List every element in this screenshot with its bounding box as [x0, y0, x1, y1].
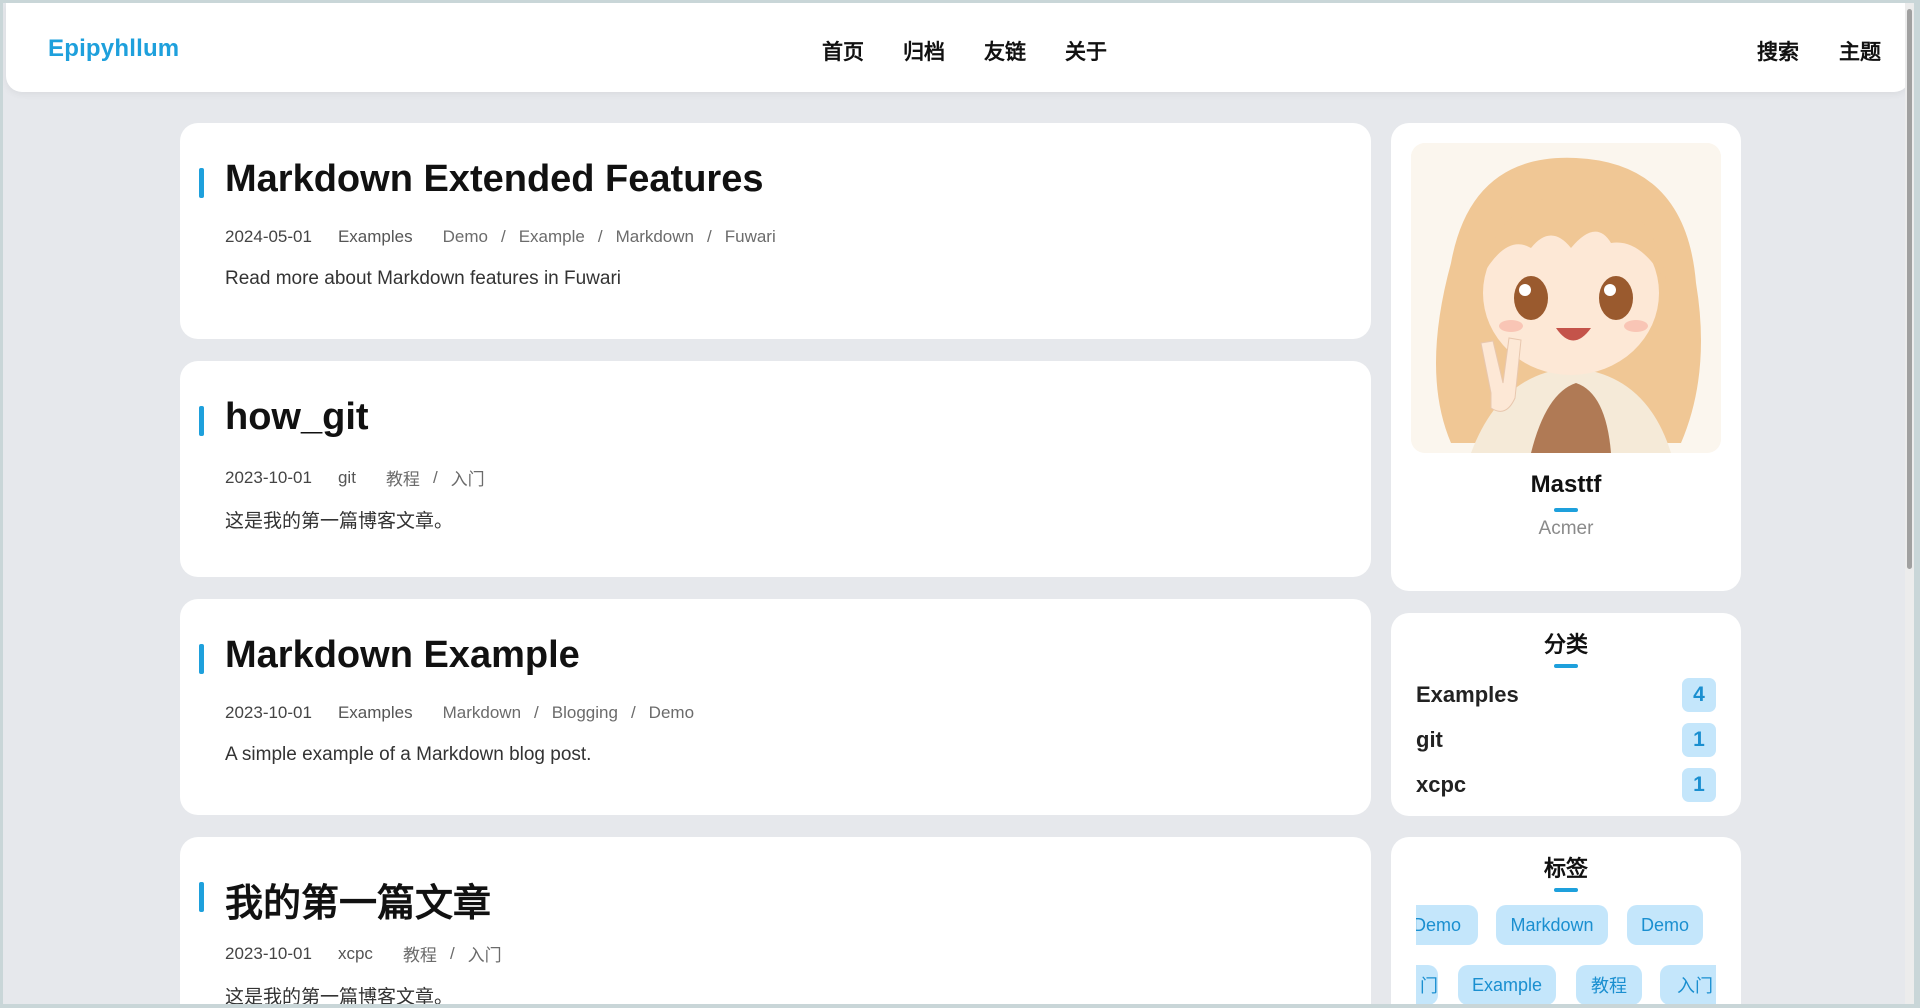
title-accent-bar: [199, 168, 204, 198]
post-description: A simple example of a Markdown blog post…: [225, 744, 592, 765]
tag-separator: /: [500, 227, 506, 246]
post-category[interactable]: Examples: [338, 703, 413, 723]
post-card[interactable]: how_git 2023-10-01 git 教程 / 入门 这是我的第一篇博客…: [180, 361, 1371, 577]
tag-separator: /: [597, 227, 603, 246]
post-date: 2023-10-01: [225, 943, 312, 963]
category-count-badge: 1: [1682, 768, 1716, 802]
scrollbar-thumb[interactable]: [1907, 9, 1912, 569]
main-nav: 首页 归档 友链 关于: [822, 36, 1107, 66]
tag-cloud: Demo Markdown Demo 门 Example 教程 入门: [1416, 905, 1716, 1004]
post-title[interactable]: Markdown Extended Features: [225, 158, 763, 201]
post-tag[interactable]: Example: [519, 227, 585, 247]
theme-button[interactable]: 主题: [1839, 36, 1881, 66]
site-brand[interactable]: Epipyhllum: [48, 35, 179, 63]
post-tag[interactable]: Markdown: [616, 227, 694, 247]
post-tag[interactable]: Blogging: [552, 703, 618, 723]
category-name: git: [1416, 727, 1443, 752]
post-tag[interactable]: Demo: [443, 227, 488, 247]
post-tag[interactable]: 入门: [451, 465, 485, 490]
title-accent-bar: [199, 644, 204, 674]
widget-title: 标签: [1543, 856, 1588, 881]
avatar[interactable]: [1411, 143, 1721, 453]
tag-chip[interactable]: 门: [1416, 965, 1438, 1004]
post-date: 2023-10-01: [225, 467, 312, 487]
post-description: 这是我的第一篇博客文章。: [225, 987, 454, 1004]
post-meta: 2023-10-01 xcpc 教程 / 入门: [225, 941, 502, 966]
post-meta: 2023-10-01 git 教程 / 入门: [225, 465, 485, 490]
categories-widget: 分类 Examples 4 git 1 xcpc 1: [1391, 613, 1741, 816]
tag-chip[interactable]: 入门: [1660, 965, 1716, 1004]
post-tag[interactable]: 入门: [468, 941, 502, 966]
tag-separator: /: [432, 467, 438, 487]
nav-about[interactable]: 关于: [1065, 36, 1107, 66]
title-accent-bar: [199, 882, 204, 912]
tag-separator: /: [449, 943, 455, 963]
nav-home[interactable]: 首页: [822, 36, 864, 66]
tag-separator: /: [707, 227, 712, 246]
post-tag[interactable]: 教程: [386, 465, 420, 490]
post-description: Read more about Markdown features in Fuw…: [225, 268, 622, 289]
post-tag[interactable]: Markdown: [443, 703, 521, 723]
top-navbar: Epipyhllum 首页 归档 友链 关于 搜索 主题: [6, 3, 1910, 92]
title-accent-bar: [199, 406, 204, 436]
profile-card: Masttf Acmer: [1391, 123, 1741, 591]
tags-widget: 标签 Demo Markdown Demo 门 Example 教程 入门: [1391, 837, 1741, 1004]
post-date: 2023-10-01: [225, 703, 312, 722]
accent-divider: [1554, 508, 1578, 512]
avatar-illustration: [1411, 143, 1721, 453]
post-date: 2024-05-01: [225, 227, 312, 246]
post-tag[interactable]: Demo: [649, 703, 694, 723]
category-name: xcpc: [1416, 772, 1467, 797]
category-item[interactable]: git 1: [1416, 723, 1716, 757]
post-category[interactable]: Examples: [338, 227, 413, 247]
nav-friends[interactable]: 友链: [984, 36, 1026, 66]
page-viewport: Epipyhllum 首页 归档 友链 关于 搜索 主题 Markdown Ex…: [3, 3, 1914, 1004]
tag-chip[interactable]: Example: [1458, 965, 1556, 1004]
post-category[interactable]: xcpc: [338, 944, 373, 964]
accent-divider: [1554, 664, 1578, 668]
post-tag[interactable]: 教程: [403, 941, 437, 966]
post-meta: 2024-05-01 Examples Demo / Example / Mar…: [225, 227, 776, 247]
post-tag[interactable]: Fuwari: [725, 227, 776, 247]
post-meta: 2023-10-01 Examples Markdown / Blogging …: [225, 703, 694, 723]
category-item[interactable]: Examples 4: [1416, 678, 1716, 712]
tag-chip[interactable]: 教程: [1576, 965, 1642, 1004]
tag-separator: /: [630, 703, 636, 722]
post-title[interactable]: 我的第一篇文章: [225, 872, 491, 927]
page-scrollbar[interactable]: [1905, 3, 1914, 1004]
post-title[interactable]: how_git: [225, 396, 369, 439]
post-card[interactable]: 我的第一篇文章 2023-10-01 xcpc 教程 / 入门 这是我的第一篇博…: [180, 837, 1371, 1004]
search-button[interactable]: 搜索: [1757, 36, 1799, 66]
accent-divider: [1554, 888, 1578, 892]
post-category[interactable]: git: [338, 468, 356, 488]
post-card[interactable]: Markdown Extended Features 2024-05-01 Ex…: [180, 123, 1371, 339]
category-count-badge: 1: [1682, 723, 1716, 757]
post-title[interactable]: Markdown Example: [225, 634, 580, 677]
post-description: 这是我的第一篇博客文章。: [225, 511, 454, 532]
category-item[interactable]: xcpc 1: [1416, 768, 1716, 802]
nav-actions: 搜索 主题: [1757, 36, 1881, 66]
category-name: Examples: [1416, 682, 1519, 707]
tag-chip[interactable]: Demo: [1416, 905, 1478, 945]
nav-archive[interactable]: 归档: [903, 36, 945, 66]
tag-chip[interactable]: Demo: [1627, 905, 1703, 945]
widget-title: 分类: [1543, 632, 1588, 657]
category-count-badge: 4: [1682, 678, 1716, 712]
profile-bio: Acmer: [1538, 518, 1594, 539]
post-card[interactable]: Markdown Example 2023-10-01 Examples Mar…: [180, 599, 1371, 815]
profile-name: Masttf: [1530, 471, 1602, 498]
tag-separator: /: [534, 703, 539, 722]
tag-chip[interactable]: Markdown: [1496, 905, 1608, 945]
